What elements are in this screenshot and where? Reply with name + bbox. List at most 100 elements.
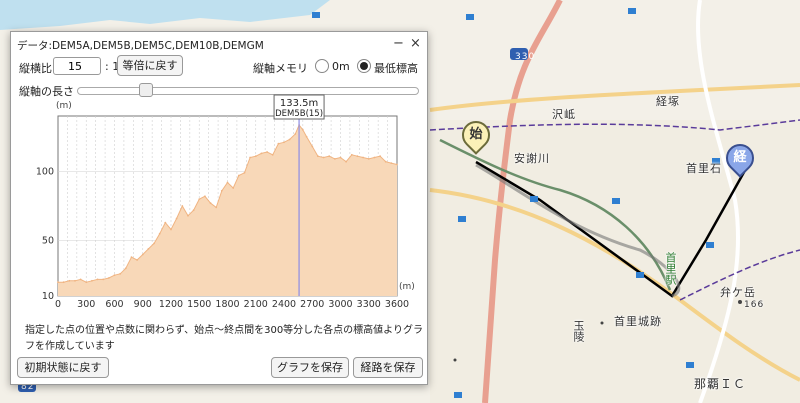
elevation-point [96,278,99,281]
elevation-point [57,281,59,284]
save-graph-button[interactable]: グラフを保存 [271,357,349,378]
route-330-number: 330 [515,52,536,62]
min-elevation-radio-label: 最低標高 [374,62,418,75]
elevation-point [68,279,71,282]
min-elevation-radio[interactable] [357,59,371,73]
elevation-point [204,195,206,198]
elevation-point [254,155,257,158]
elevation-point [390,162,393,164]
map-label-sawaoka: 沢岻 [552,108,576,121]
elevation-point [198,198,201,200]
elevation-point [91,279,93,282]
elevation-point [136,259,138,261]
x-tick-label: 300 [77,299,95,308]
axis-memory-label: 縦軸メモリ [253,62,308,75]
elevation-point [367,158,370,160]
elevation-point [379,155,381,158]
elevation-point [311,145,314,148]
elevation-point [79,278,82,281]
ratio-label: 縦横比 [19,62,52,75]
x-tick-label: 2100 [244,299,268,308]
map-label-shurijo: 首里城跡 [614,315,662,328]
x-tick-label: 1800 [215,299,239,308]
elevation-point [301,128,304,131]
elevation-point [362,156,364,159]
tooltip-value: 133.5m [280,98,318,109]
dialog-titlebar[interactable]: データ:DEM5A,DEM5B,DEM5C,DEM10B,DEMGM − × [11,36,427,54]
elevation-point [147,248,150,250]
map-label-shuri-station: 首里駅 [664,252,677,285]
y-tick-label: 100 [36,166,54,177]
elevation-point [74,279,76,282]
elevation-point [192,209,195,212]
elevation-point [102,278,105,281]
elevation-point [373,156,376,159]
elevation-point [107,277,110,279]
elevation-point [232,187,235,189]
save-route-button[interactable]: 経路を保存 [353,357,423,378]
tooltip-source: DEM5B(15) [275,109,323,119]
elevation-point [283,141,285,144]
close-button[interactable]: × [410,36,421,51]
reset-button[interactable]: 初期状態に戻す [17,357,109,378]
elevation-point [260,152,263,155]
elevation-point [124,267,127,270]
elevation-tooltip: 133.5m DEM5B(15) [273,94,325,120]
elevation-point [220,189,223,192]
elevation-point [384,160,387,163]
elevation-point [62,281,65,284]
elevation-point [243,171,246,174]
elevation-point [305,135,308,138]
map-label-shuri-ishi: 首里石 [686,162,722,175]
x-axis-ticks: 0 300 600 900 1200 1500 1800 2100 2400 2700 3000 33… [55,299,409,308]
elevation-point [345,160,347,163]
zero-radio[interactable] [315,59,329,73]
ratio-input[interactable] [53,57,101,75]
elevation-point [141,253,144,256]
elevation-point [119,272,122,275]
y-tick-label: 50 [42,236,54,247]
map-road [429,83,800,112]
x-tick-label: 3600 [385,299,409,308]
chart-note: 指定した点の位置や点数に関わらず、始点～終点間を300等分した各点の標高値よりグ… [25,325,423,352]
zero-radio-label: 0m [332,60,350,73]
x-tick-label: 600 [105,299,123,308]
x-tick-label: 0 [55,299,61,308]
elevation-chart[interactable]: (m) 133.5m DEM5B(15) 10 50 100 0 300 600 900 1… [11,92,427,308]
y-tick-label: 10 [42,291,54,302]
elevation-point [130,256,133,259]
reset-ratio-button[interactable]: 等倍に戻す [117,55,183,76]
elevation-point [175,217,178,220]
dialog-title: データ:DEM5A,DEM5B,DEM5C,DEM10B,DEMGM [17,40,264,52]
map-label-naha-ic: 那覇ＩＣ [694,377,747,391]
elevation-point [339,156,342,159]
elevation-profile-dialog: データ:DEM5A,DEM5B,DEM5C,DEM10B,DEMGM − × 縦… [10,31,428,385]
elevation-point [181,205,184,207]
x-tick-label: 1200 [159,299,183,308]
elevation-point [209,202,212,205]
elevation-point [277,142,280,145]
map-label-tamaudun: 玉陵 [572,320,585,342]
x-tick-label: 3000 [328,299,352,308]
elevation-point [317,155,319,158]
map-label-asatogawa: 安謝川 [514,152,550,165]
elevation-point [396,163,398,166]
elevation-point [249,156,252,159]
elevation-point [294,133,297,135]
x-tick-label: 1500 [187,299,211,308]
elevation-point [237,174,240,177]
x-tick-label: 900 [134,299,152,308]
elevation-point [170,228,172,231]
elevation-point [288,138,291,141]
elevation-point [85,281,88,284]
elevation-point [334,158,336,160]
elevation-point [350,153,353,156]
ratio-row: 縦横比 : 1 等倍に戻す 縦軸メモリ 0m 最低標高 [11,55,427,78]
elevation-point [322,156,325,159]
map-label-benga-dake: 弁ケ岳 [720,286,756,299]
y-axis-unit: (m) [56,101,72,111]
elevation-point [187,214,189,217]
minimize-button[interactable]: − [393,36,404,51]
x-tick-label: 3300 [357,299,381,308]
elevation-point [164,221,167,224]
